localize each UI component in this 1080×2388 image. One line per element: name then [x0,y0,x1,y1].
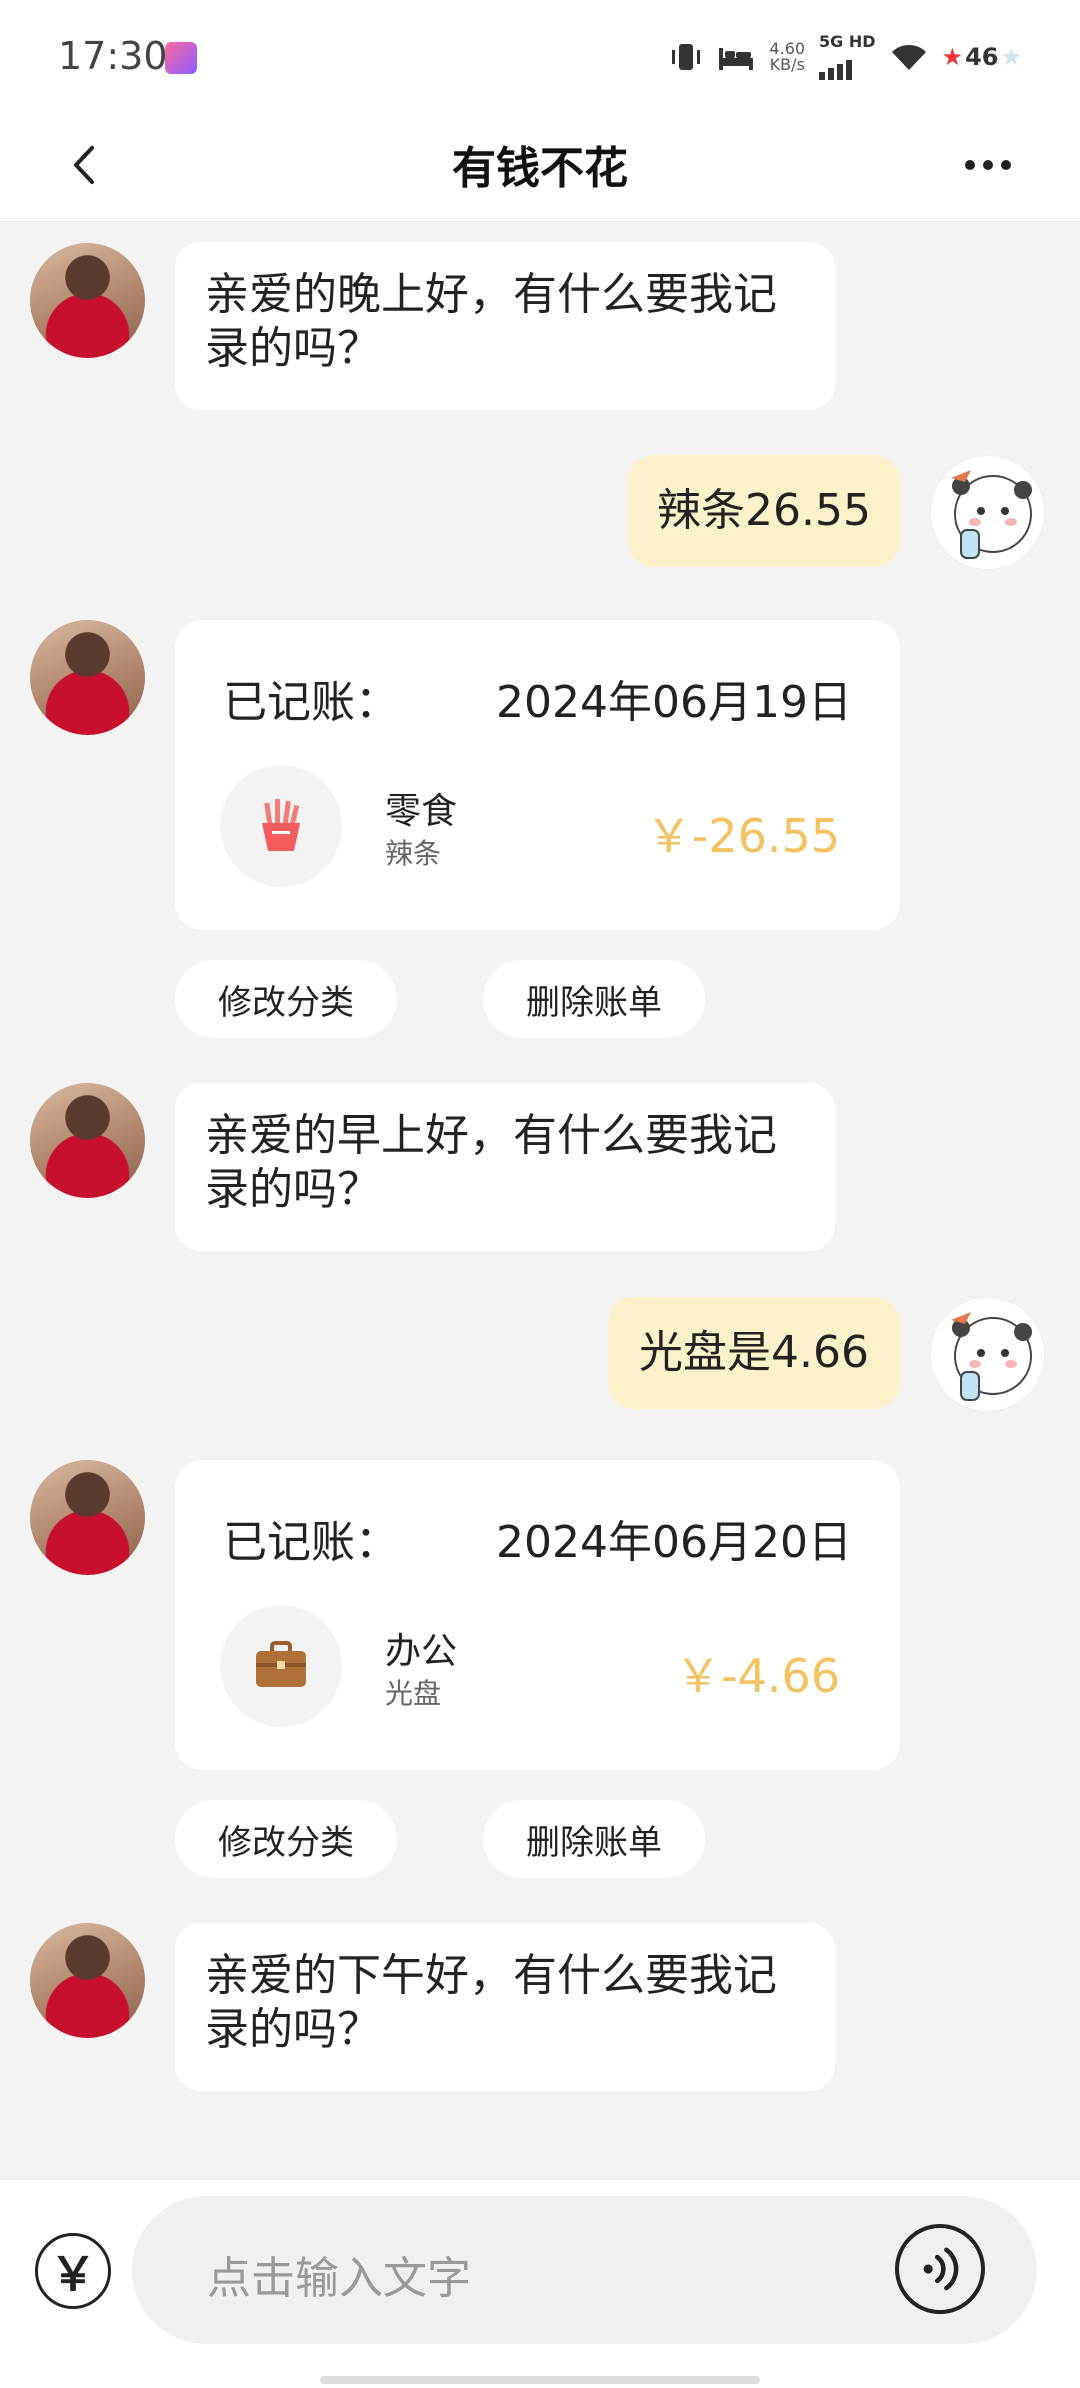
user-message: 光盘是4.66 [608,1297,900,1409]
record-category: 零食 [385,791,458,832]
edit-category-button[interactable]: 修改分类 [175,1800,397,1878]
star-outline-icon: ★ [1000,43,1022,71]
bot-message: 亲爱的晚上好，有什么要我记录的吗？ [175,242,835,410]
home-indicator [320,2376,760,2384]
sleep-mode-icon [719,48,754,70]
record-category: 办公 [385,1631,458,1672]
input-placeholder: 点击输入文字 [207,2253,471,2304]
voice-icon[interactable] [895,2224,985,2314]
page-title: 有钱不花 [452,143,628,194]
category-icon-circle [220,765,342,887]
record-card[interactable]: 已记账： 2024年06月19日 零食 辣条 ￥-26.55 [175,620,900,930]
signal-icon [819,50,876,80]
status-bar: 17:30 4.60 KB/s 5G HD ★ 46 ★ [0,0,1080,110]
bot-message: 亲爱的下午好，有什么要我记录的吗？ [175,1923,835,2091]
network-type: 5G HD [819,34,876,80]
bot-avatar[interactable] [30,620,145,735]
record-amount: ￥-4.66 [674,1649,840,1703]
status-time: 17:30 [58,34,168,78]
record-date: 2024年06月19日 [496,677,852,728]
bot-avatar[interactable] [30,243,145,358]
edit-category-button[interactable]: 修改分类 [175,960,397,1038]
network-label: 5G HD [819,32,876,51]
fries-icon [262,799,300,851]
record-note: 光盘 [385,1677,442,1710]
wifi-icon [891,44,926,70]
category-icon-circle [220,1605,342,1727]
vibrate-icon [672,44,701,70]
user-message: 辣条26.55 [628,455,900,567]
currency-button[interactable]: ￥ [35,2233,111,2309]
bot-message: 亲爱的早上好，有什么要我记录的吗？ [175,1083,835,1251]
record-label: 已记账： [223,677,399,728]
bot-avatar[interactable] [30,1923,145,2038]
speed-unit: KB/s [769,55,805,74]
text-input[interactable]: 点击输入文字 [132,2196,1037,2344]
panda-sticker-icon [951,470,1032,559]
battery-indicator: ★ 46 ★ [942,43,1022,71]
nav-header: 有钱不花 [0,110,1080,222]
record-card[interactable]: 已记账： 2024年06月20日 办公 光盘 ￥-4.66 [175,1460,900,1770]
record-amount: ￥-26.55 [645,809,840,863]
battery-level: 46 [965,43,999,71]
status-icons: 4.60 KB/s 5G HD ★ 46 ★ [669,34,1022,80]
input-bar: ￥ 点击输入文字 [0,2180,1080,2388]
bot-avatar[interactable] [30,1083,145,1198]
network-speed: 4.60 KB/s [769,41,805,73]
record-date: 2024年06月20日 [496,1517,852,1568]
user-avatar[interactable] [930,455,1045,570]
briefcase-icon [256,1641,306,1687]
star-icon: ★ [941,43,964,71]
record-label: 已记账： [223,1517,399,1568]
delete-bill-button[interactable]: 删除账单 [483,1800,705,1878]
bilibili-icon [165,42,197,74]
more-options-icon[interactable] [965,150,1025,180]
panda-sticker-icon [951,1312,1032,1401]
record-note: 辣条 [385,837,442,870]
user-avatar[interactable] [930,1297,1045,1412]
delete-bill-button[interactable]: 删除账单 [483,960,705,1038]
bot-avatar[interactable] [30,1460,145,1575]
